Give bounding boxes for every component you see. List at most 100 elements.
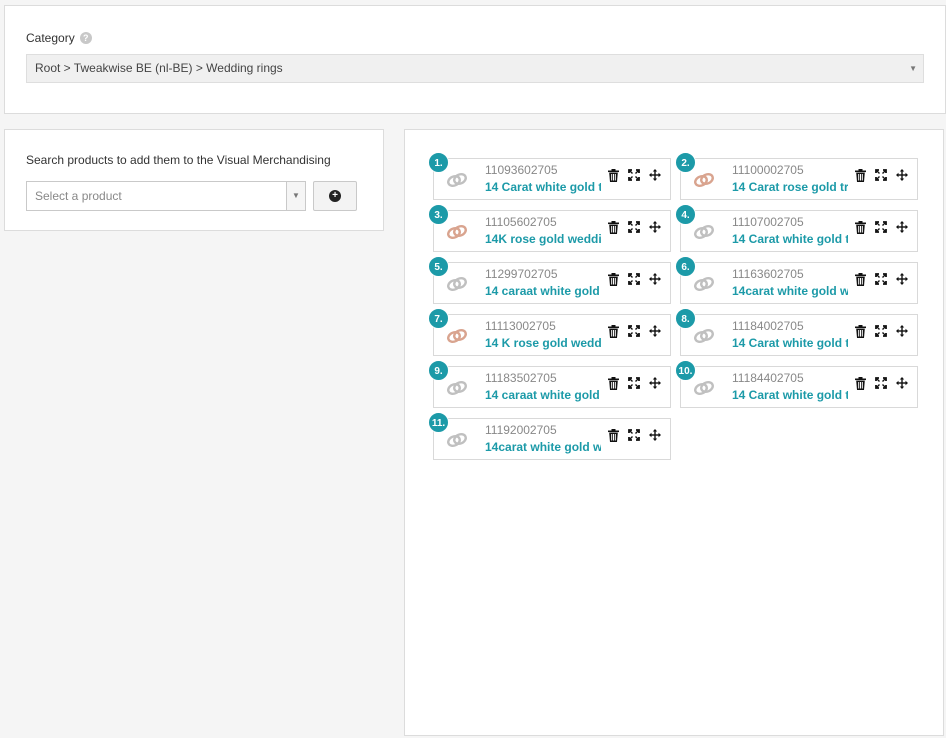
expand-icon[interactable]: [874, 220, 888, 234]
category-value: Root > Tweakwise BE (nl-BE) > Wedding ri…: [35, 61, 283, 75]
product-card[interactable]: 3. 11105602705 14K rose gold weddi: [428, 204, 671, 252]
product-name-link[interactable]: 14carat white gold w: [732, 284, 848, 298]
trash-icon[interactable]: [853, 324, 867, 338]
expand-icon[interactable]: [874, 376, 888, 390]
product-sku: 11100002705: [732, 163, 804, 177]
trash-icon[interactable]: [606, 376, 620, 390]
trash-icon[interactable]: [606, 324, 620, 338]
product-card[interactable]: 7. 11113002705 14 K rose gold wedd: [428, 308, 671, 356]
product-card[interactable]: 6. 11163602705 14carat white gold w: [675, 256, 918, 304]
trash-icon[interactable]: [853, 168, 867, 182]
card-actions: [853, 168, 909, 182]
category-label-row: Category ?: [26, 31, 92, 45]
ring-thumbnail: [446, 379, 468, 397]
search-panel: Search products to add them to the Visua…: [4, 129, 384, 231]
product-card[interactable]: 11. 11192002705 14carat white gold w: [428, 412, 671, 460]
product-name-link[interactable]: 14 Carat white gold t: [485, 180, 601, 194]
category-select[interactable]: Root > Tweakwise BE (nl-BE) > Wedding ri…: [26, 54, 924, 83]
merchandising-grid: 1. 11093602705 14 Carat white gold t 2. 1110…: [404, 129, 944, 736]
rank-badge: 3.: [428, 204, 449, 225]
product-sku: 11113002705: [485, 319, 556, 333]
product-sku: 11093602705: [485, 163, 558, 177]
plus-circle-icon: +: [329, 190, 341, 202]
move-icon[interactable]: [895, 220, 909, 234]
trash-icon[interactable]: [853, 220, 867, 234]
move-icon[interactable]: [895, 168, 909, 182]
rank-badge: 9.: [428, 360, 449, 381]
card-actions: [853, 324, 909, 338]
trash-icon[interactable]: [606, 220, 620, 234]
product-name-link[interactable]: 14 Carat white gold t: [732, 232, 848, 246]
ring-thumbnail: [446, 223, 468, 241]
card-actions: [606, 376, 662, 390]
expand-icon[interactable]: [627, 324, 641, 338]
chevron-down-icon[interactable]: ▼: [286, 182, 305, 210]
card-actions: [606, 428, 662, 442]
product-sku: 11192002705: [485, 423, 557, 437]
expand-icon[interactable]: [627, 428, 641, 442]
expand-icon[interactable]: [874, 324, 888, 338]
trash-icon[interactable]: [606, 168, 620, 182]
expand-icon[interactable]: [627, 272, 641, 286]
move-icon[interactable]: [648, 220, 662, 234]
add-product-button[interactable]: +: [313, 181, 357, 211]
trash-icon[interactable]: [606, 428, 620, 442]
product-sku: 11163602705: [732, 267, 804, 281]
ring-thumbnail: [446, 275, 468, 293]
move-icon[interactable]: [895, 272, 909, 286]
ring-thumbnail: [446, 171, 468, 189]
rank-badge: 5.: [428, 256, 449, 277]
product-select-placeholder: Select a product: [35, 189, 122, 203]
expand-icon[interactable]: [627, 220, 641, 234]
product-name-link[interactable]: 14 K rose gold wedd: [485, 336, 601, 350]
product-card[interactable]: 2. 11100002705 14 Carat rose gold tr: [675, 152, 918, 200]
rank-badge: 11.: [428, 412, 449, 433]
card-actions: [606, 272, 662, 286]
move-icon[interactable]: [895, 376, 909, 390]
ring-thumbnail: [693, 171, 715, 189]
ring-thumbnail: [446, 431, 468, 449]
product-card[interactable]: 1. 11093602705 14 Carat white gold t: [428, 152, 671, 200]
move-icon[interactable]: [895, 324, 909, 338]
move-icon[interactable]: [648, 168, 662, 182]
search-label: Search products to add them to the Visua…: [26, 153, 331, 167]
move-icon[interactable]: [648, 324, 662, 338]
product-select[interactable]: Select a product ▼: [26, 181, 306, 211]
card-actions: [606, 168, 662, 182]
move-icon[interactable]: [648, 428, 662, 442]
product-name-link[interactable]: 14 caraat white gold: [485, 284, 601, 298]
product-sku: 11184002705: [732, 319, 804, 333]
rank-badge: 6.: [675, 256, 696, 277]
product-sku: 11299702705: [485, 267, 558, 281]
product-name-link[interactable]: 14K rose gold weddi: [485, 232, 601, 246]
product-name-link[interactable]: 14 Carat white gold t: [732, 336, 848, 350]
move-icon[interactable]: [648, 376, 662, 390]
move-icon[interactable]: [648, 272, 662, 286]
ring-thumbnail: [693, 223, 715, 241]
rank-badge: 8.: [675, 308, 696, 329]
expand-icon[interactable]: [627, 168, 641, 182]
product-card[interactable]: 8. 11184002705 14 Carat white gold t: [675, 308, 918, 356]
ring-thumbnail: [446, 327, 468, 345]
product-card[interactable]: 9. 11183502705 14 caraat white gold: [428, 360, 671, 408]
product-name-link[interactable]: 14 caraat white gold: [485, 388, 601, 402]
product-card[interactable]: 4. 11107002705 14 Carat white gold t: [675, 204, 918, 252]
expand-icon[interactable]: [627, 376, 641, 390]
trash-icon[interactable]: [606, 272, 620, 286]
trash-icon[interactable]: [853, 272, 867, 286]
category-label: Category: [26, 31, 75, 45]
card-actions: [853, 220, 909, 234]
expand-icon[interactable]: [874, 272, 888, 286]
rank-badge: 1.: [428, 152, 449, 173]
question-icon[interactable]: ?: [79, 32, 92, 44]
card-actions: [606, 220, 662, 234]
ring-thumbnail: [693, 379, 715, 397]
product-card[interactable]: 10. 11184402705 14 Carat white gold t: [675, 360, 918, 408]
product-card[interactable]: 5. 11299702705 14 caraat white gold: [428, 256, 671, 304]
expand-icon[interactable]: [874, 168, 888, 182]
product-name-link[interactable]: 14 Carat rose gold tr: [732, 180, 848, 194]
product-name-link[interactable]: 14carat white gold w: [485, 440, 601, 454]
product-name-link[interactable]: 14 Carat white gold t: [732, 388, 848, 402]
trash-icon[interactable]: [853, 376, 867, 390]
rank-badge: 2.: [675, 152, 696, 173]
